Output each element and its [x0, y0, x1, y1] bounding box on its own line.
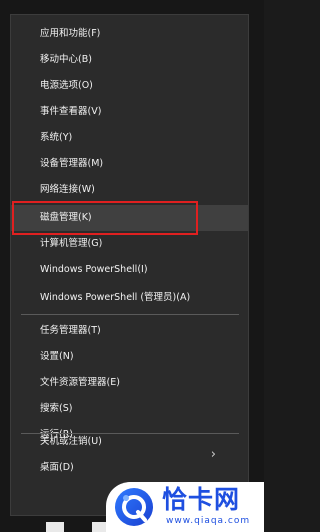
highlight-box — [12, 201, 198, 235]
menu-item-power-options[interactable]: 电源选项(O) — [11, 73, 248, 99]
menu-item-event-viewer[interactable]: 事件查看器(V) — [11, 99, 248, 125]
menu-item-mobility-center[interactable]: 移动中心(B) — [11, 47, 248, 73]
menu-item-apps-features[interactable]: 应用和功能(F) — [11, 21, 248, 47]
menu-item-task-manager[interactable]: 任务管理器(T) — [11, 318, 248, 344]
watermark-logo: 恰卡网 www.qiaqa.com — [106, 482, 264, 532]
menu-item-powershell-admin[interactable]: Windows PowerShell (管理员)(A) — [11, 285, 248, 311]
watermark-url: www.qiaqa.com — [166, 516, 251, 526]
menu-item-system[interactable]: 系统(Y) — [11, 125, 248, 151]
menu-item-network-connections[interactable]: 网络连接(W) — [11, 177, 248, 203]
taskbar-fragment — [92, 522, 106, 532]
watermark-brand-text: 恰卡网 — [162, 485, 241, 514]
menu-item-file-explorer[interactable]: 文件资源管理器(E) — [11, 370, 248, 396]
menu-item-device-manager[interactable]: 设备管理器(M) — [11, 151, 248, 177]
menu-item-search[interactable]: 搜索(S) — [11, 396, 248, 422]
menu-item-settings[interactable]: 设置(N) — [11, 344, 248, 370]
menu-separator — [21, 314, 239, 315]
logo-q-icon — [115, 488, 153, 526]
menu-item-desktop[interactable]: 桌面(D) — [11, 455, 248, 481]
screen: 应用和功能(F) 移动中心(B) 电源选项(O) 事件查看器(V) 系统(Y) … — [0, 0, 264, 532]
taskbar-fragment — [46, 522, 64, 532]
menu-item-powershell[interactable]: Windows PowerShell(I) — [11, 257, 248, 283]
winx-context-menu: 应用和功能(F) 移动中心(B) 电源选项(O) 事件查看器(V) 系统(Y) … — [10, 14, 249, 516]
